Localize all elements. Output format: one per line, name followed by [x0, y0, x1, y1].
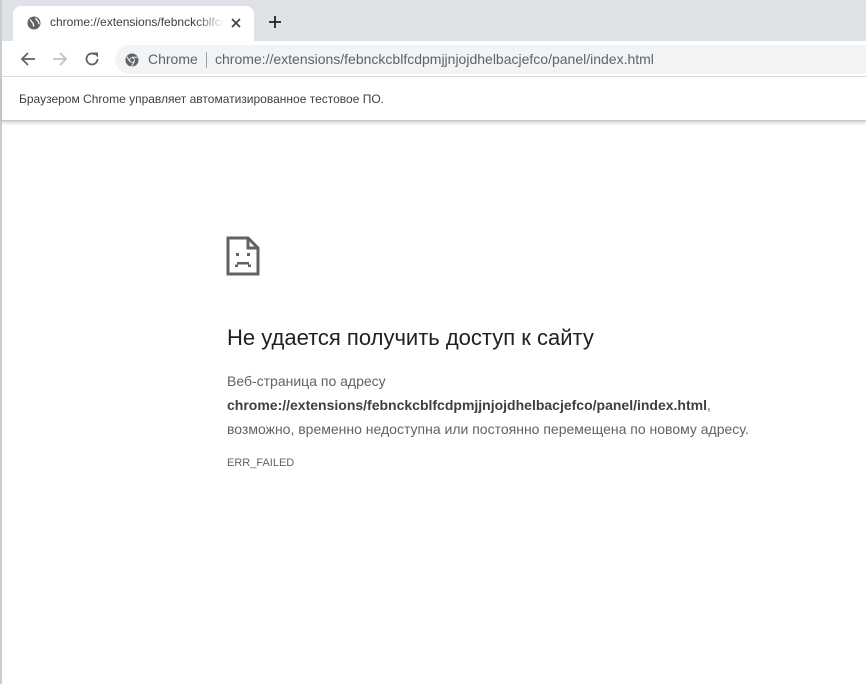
tab-title-fade	[195, 12, 225, 32]
globe-icon	[27, 16, 41, 30]
chrome-logo-icon	[125, 53, 139, 67]
omnibox-url[interactable]: chrome://extensions/febnckcblfcdpmjjnjoj…	[215, 51, 654, 67]
sad-page-icon	[226, 236, 260, 276]
error-description: Веб-страница по адресу chrome://extensio…	[227, 369, 827, 441]
error-desc-line1: Веб-страница по адресу	[227, 373, 386, 389]
close-icon[interactable]	[228, 15, 244, 31]
infobar-text: Браузером Chrome управляет автоматизиров…	[19, 92, 384, 106]
omnibox-separator	[206, 52, 207, 68]
error-code: ERR_FAILED	[227, 457, 295, 469]
arrow-right-icon[interactable]	[47, 46, 73, 72]
tab-active[interactable]: chrome://extensions/febnckcblfcdpmjjnjoj…	[13, 6, 254, 41]
toolbar: Chrome chrome://extensions/febnckcblfcdp…	[2, 41, 866, 77]
arrow-left-icon[interactable]	[15, 46, 41, 72]
omnibox-origin-chip: Chrome	[148, 51, 198, 67]
browser-window: chrome://extensions/febnckcblfcdpmjjnjoj…	[0, 0, 866, 684]
address-bar[interactable]: Chrome chrome://extensions/febnckcblfcdp…	[115, 45, 866, 74]
error-desc-url-line: chrome://extensions/febnckcblfcdpmjjnjoj…	[227, 393, 827, 417]
tab-strip: chrome://extensions/febnckcblfcdpmjjnjoj…	[2, 0, 866, 41]
automation-infobar: Браузером Chrome управляет автоматизиров…	[2, 77, 866, 121]
error-desc-line3: возможно, временно недоступна или постоя…	[227, 421, 749, 437]
reload-icon[interactable]	[79, 46, 105, 72]
error-desc-url: chrome://extensions/febnckcblfcdpmjjnjoj…	[227, 397, 707, 413]
error-desc-comma: ,	[707, 397, 711, 413]
error-title: Не удается получить доступ к сайту	[227, 325, 594, 350]
plus-icon[interactable]	[264, 11, 286, 33]
